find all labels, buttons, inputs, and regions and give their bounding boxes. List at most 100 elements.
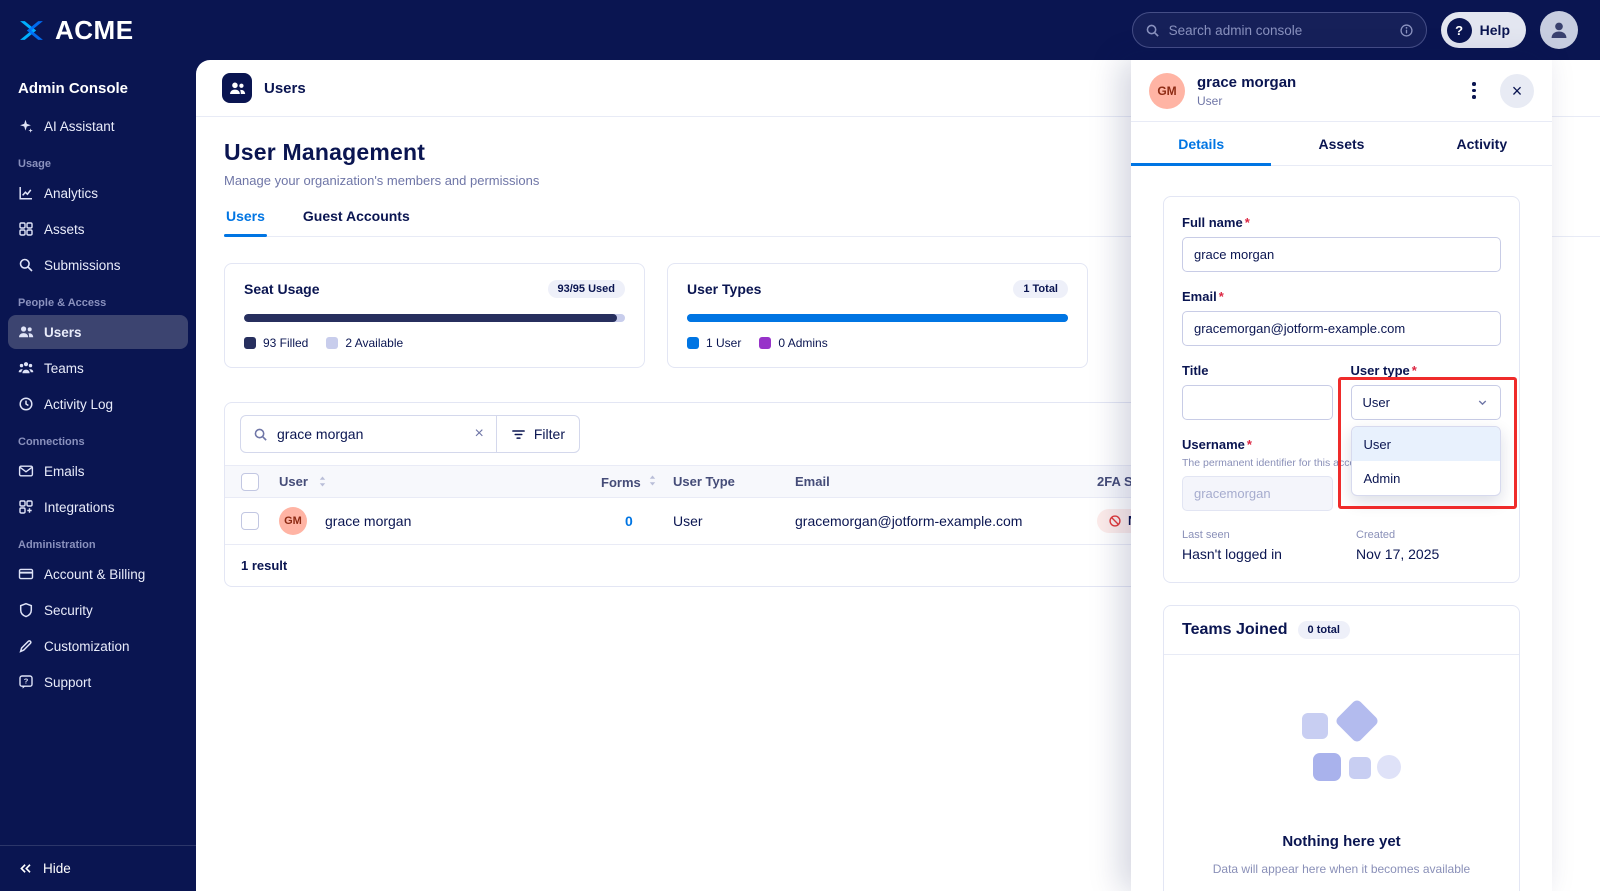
- acme-logo-icon: [20, 20, 43, 40]
- sidebar-item-account-billing[interactable]: Account & Billing: [8, 557, 188, 591]
- legend-admins: 0 Admins: [759, 336, 828, 350]
- user-type-select[interactable]: User: [1350, 385, 1501, 420]
- sidebar-item-submissions[interactable]: Submissions: [8, 248, 188, 282]
- user-type-label: User type *: [1350, 363, 1417, 378]
- sidebar-item-assets[interactable]: Assets: [8, 212, 188, 246]
- sidebar-item-support[interactable]: ? Support: [8, 665, 188, 699]
- created-label: Created: [1356, 529, 1396, 541]
- table-search-input[interactable]: [277, 426, 466, 442]
- user-type-selected-value: User: [1362, 395, 1390, 410]
- legend-filled-label: 93 Filled: [263, 336, 309, 350]
- sidebar-section-administration: Administration: [18, 539, 96, 551]
- kebab-menu-icon[interactable]: [1460, 76, 1488, 106]
- hide-label: Hide: [43, 861, 71, 876]
- user-types-title: User Types: [687, 281, 762, 297]
- created-block: Created Nov 17, 2025: [1356, 529, 1439, 562]
- created-value: Nov 17, 2025: [1356, 546, 1440, 562]
- email-field[interactable]: [1182, 311, 1501, 346]
- blocked-icon: [1109, 515, 1121, 527]
- sidebar-item-label: Assets: [44, 221, 85, 237]
- sidebar-section-usage: Usage: [18, 158, 52, 170]
- sidebar-title: Admin Console: [18, 80, 129, 97]
- col-header-forms[interactable]: Forms: [601, 475, 641, 490]
- account-avatar[interactable]: [1540, 11, 1578, 49]
- sort-icon[interactable]: [318, 475, 327, 488]
- integrations-icon: [19, 500, 33, 514]
- title-field[interactable]: [1182, 385, 1333, 420]
- help-button[interactable]: ? Help: [1440, 12, 1526, 48]
- grid-icon: [19, 222, 33, 236]
- sidebar-item-label: Security: [44, 602, 93, 618]
- select-all-checkbox[interactable]: [241, 472, 259, 491]
- legend-admins-swatch: [759, 337, 772, 349]
- sidebar-hide-button[interactable]: Hide: [0, 845, 196, 891]
- sidebar: Admin Console AI Assistant Usage Analyti…: [0, 60, 196, 891]
- col-header-user[interactable]: User: [279, 474, 308, 489]
- teams-icon: [18, 362, 34, 374]
- sidebar-item-label: AI Assistant: [44, 118, 115, 134]
- seat-usage-badge: 93/95 Used: [547, 280, 625, 298]
- filter-label: Filter: [533, 426, 565, 442]
- sidebar-item-customization[interactable]: Customization: [8, 629, 188, 663]
- tab-guest-accounts[interactable]: Guest Accounts: [301, 208, 412, 236]
- username-label: Username *: [1182, 437, 1252, 452]
- user-details-form: Full name* Email* Title User type* User: [1163, 196, 1520, 583]
- empty-state-caption: Data will appear here when it becomes av…: [1212, 862, 1471, 876]
- user-detail-drawer: GM grace morgan User × Details Assets Ac…: [1131, 60, 1552, 891]
- sidebar-item-users[interactable]: Users: [8, 315, 188, 349]
- sort-icon[interactable]: [648, 474, 657, 487]
- info-icon[interactable]: [1399, 23, 1414, 38]
- drawer-tab-assets[interactable]: Assets: [1271, 122, 1411, 165]
- user-type-dropdown-menu: User Admin: [1350, 426, 1501, 496]
- sidebar-item-emails[interactable]: Emails: [8, 454, 188, 488]
- row-avatar: GM: [279, 507, 307, 535]
- clear-search-icon[interactable]: ×: [475, 426, 484, 442]
- sidebar-item-label: Users: [44, 324, 82, 340]
- required-marker: *: [1244, 215, 1250, 230]
- users-icon: [19, 326, 34, 338]
- user-types-progress-fill: [687, 314, 1068, 322]
- envelope-icon: [18, 465, 34, 477]
- tab-users[interactable]: Users: [224, 208, 267, 237]
- table-search-filter: × Filter: [240, 415, 580, 453]
- sidebar-item-analytics[interactable]: Analytics: [8, 176, 188, 210]
- drawer-tab-activity[interactable]: Activity: [1412, 122, 1552, 165]
- seat-usage-progress-fill: [244, 314, 617, 322]
- full-name-field[interactable]: [1182, 237, 1501, 272]
- search-icon: [254, 428, 267, 441]
- drawer-header: GM grace morgan User ×: [1131, 60, 1552, 122]
- row-checkbox[interactable]: [241, 512, 259, 530]
- last-seen-value: Hasn't logged in: [1182, 546, 1282, 562]
- sidebar-item-teams[interactable]: Teams: [8, 351, 188, 385]
- full-name-label: Full name *: [1182, 215, 1250, 230]
- close-drawer-button[interactable]: ×: [1500, 73, 1534, 108]
- magnifier-icon: [19, 258, 33, 272]
- sidebar-item-security[interactable]: Security: [8, 593, 188, 627]
- sidebar-item-label: Analytics: [44, 185, 99, 201]
- row-name: grace morgan: [325, 513, 412, 529]
- support-icon: ?: [19, 675, 33, 689]
- filter-button[interactable]: Filter: [497, 416, 579, 452]
- drawer-tabs: Details Assets Activity: [1131, 122, 1552, 166]
- admin-search: [1131, 12, 1427, 48]
- collapse-icon: [20, 864, 31, 873]
- drawer-tab-details[interactable]: Details: [1131, 122, 1272, 166]
- brand[interactable]: ACME: [18, 15, 134, 46]
- sidebar-item-activity-log[interactable]: Activity Log: [8, 387, 188, 421]
- dropdown-option-user[interactable]: User: [1351, 427, 1500, 461]
- required-marker: *: [1411, 363, 1417, 378]
- dropdown-option-admin[interactable]: Admin: [1352, 461, 1501, 495]
- sidebar-item-integrations[interactable]: Integrations: [8, 490, 188, 524]
- email-label: Email *: [1182, 289, 1224, 304]
- legend-available-swatch: [326, 337, 339, 349]
- analytics-icon: [19, 187, 32, 200]
- row-forms-count[interactable]: 0: [601, 513, 633, 529]
- user-types-card: User Types 1 Total 1 User 0 Admins: [667, 263, 1088, 368]
- topbar: ACME ? Help: [0, 0, 1600, 60]
- sidebar-item-label: Activity Log: [44, 396, 114, 412]
- admin-search-input[interactable]: [1168, 22, 1390, 38]
- chevron-down-icon: [1478, 400, 1487, 406]
- legend-users-label: 1 User: [706, 336, 742, 350]
- required-marker: *: [1246, 437, 1252, 452]
- sidebar-item-ai-assistant[interactable]: AI Assistant: [8, 109, 188, 143]
